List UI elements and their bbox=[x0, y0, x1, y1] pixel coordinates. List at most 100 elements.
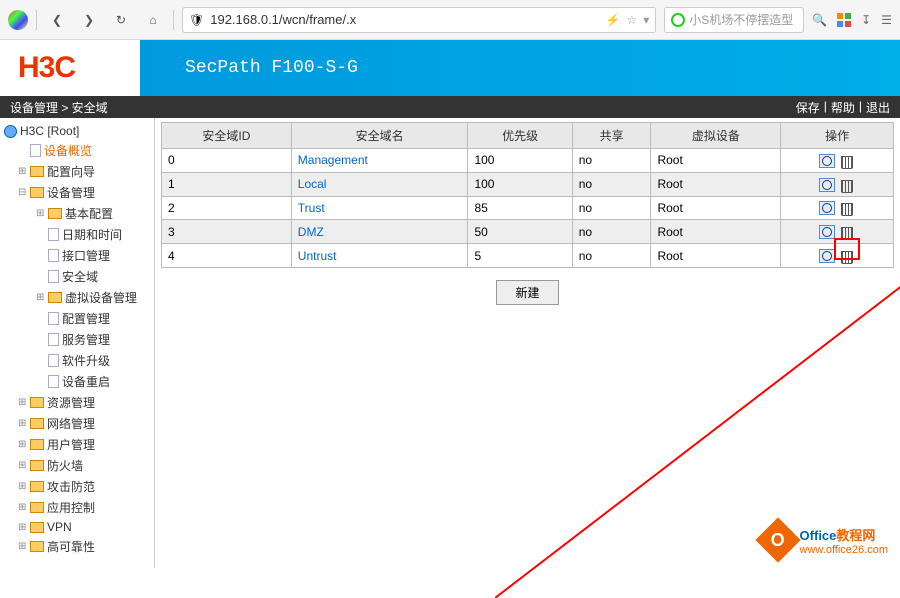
zones-table: 安全域ID安全域名优先级共享虚拟设备操作 0Management100noRoo… bbox=[161, 122, 894, 268]
cell-device: Root bbox=[651, 172, 781, 196]
table-row: 4Untrust5noRoot bbox=[162, 244, 894, 268]
cell-name-link[interactable]: Local bbox=[291, 172, 468, 196]
search-engine-icon bbox=[671, 13, 685, 27]
exit-link[interactable]: 退出 bbox=[866, 99, 890, 116]
menu-icon[interactable]: ☰ bbox=[881, 13, 892, 27]
cell-name-link[interactable]: Management bbox=[291, 149, 468, 173]
expander-icon[interactable]: ⊞ bbox=[18, 166, 28, 177]
expander-icon[interactable]: ⊞ bbox=[18, 522, 28, 533]
flash-icon[interactable]: ⚡ bbox=[605, 13, 620, 27]
delete-icon[interactable] bbox=[839, 178, 855, 192]
expander-icon[interactable]: ⊞ bbox=[36, 208, 46, 219]
tree-root[interactable]: H3C [Root] bbox=[0, 122, 154, 140]
tree-item-9[interactable]: 服务管理 bbox=[0, 329, 154, 350]
delete-icon[interactable] bbox=[839, 249, 855, 263]
edit-icon[interactable] bbox=[819, 249, 835, 263]
divider bbox=[36, 10, 37, 30]
tree-item-13[interactable]: ⊞网络管理 bbox=[0, 413, 154, 434]
cell-id: 2 bbox=[162, 196, 292, 220]
cell-id: 4 bbox=[162, 244, 292, 268]
search-box[interactable]: 小S机场不停摆造型 bbox=[664, 7, 804, 33]
tree-label: VPN bbox=[47, 520, 72, 534]
tree-item-17[interactable]: ⊞ 应用控制 bbox=[0, 497, 154, 518]
home-button[interactable]: ⌂ bbox=[141, 8, 165, 32]
expander-icon[interactable]: ⊞ bbox=[18, 541, 28, 552]
tree-label: 设备概览 bbox=[44, 142, 92, 159]
tab-favicon bbox=[8, 10, 28, 30]
expander-icon[interactable]: ⊞ bbox=[18, 481, 28, 492]
url-input[interactable] bbox=[210, 12, 599, 27]
expander-icon[interactable]: ⊞ bbox=[18, 460, 28, 471]
new-button[interactable]: 新建 bbox=[496, 280, 558, 305]
tree-item-3[interactable]: ⊞基本配置 bbox=[0, 203, 154, 224]
browser-toolbar: ❮ ❯ ↻ ⌂ 🛡 ⚡ ☆ ▾ 小S机场不停摆造型 🔍 ↧ ☰ bbox=[0, 0, 900, 40]
tree-item-18[interactable]: ⊞ VPN bbox=[0, 518, 154, 536]
expander-icon[interactable]: ⊞ bbox=[18, 439, 28, 450]
folder-icon bbox=[30, 502, 44, 513]
tree-item-15[interactable]: ⊞防火墙 bbox=[0, 455, 154, 476]
tree-item-11[interactable]: 设备重启 bbox=[0, 371, 154, 392]
tree-item-12[interactable]: ⊞资源管理 bbox=[0, 392, 154, 413]
page-icon bbox=[48, 249, 59, 262]
delete-icon[interactable] bbox=[839, 201, 855, 215]
expander-icon[interactable]: ⊞ bbox=[36, 292, 46, 303]
folder-icon bbox=[30, 522, 44, 533]
tree-item-16[interactable]: ⊞ 攻击防范 bbox=[0, 476, 154, 497]
tree-item-6[interactable]: 安全域 bbox=[0, 266, 154, 287]
tree-label: 高可靠性 bbox=[47, 538, 95, 555]
tree-label: 攻击防范 bbox=[47, 478, 95, 495]
expander-icon[interactable]: ⊞ bbox=[18, 397, 28, 408]
sidebar-tree[interactable]: H3C [Root] 设备概览 ⊞ 配置向导 ⊟设备管理⊞基本配置日期和时间接口管理安… bbox=[0, 118, 155, 568]
cell-name-link[interactable]: DMZ bbox=[291, 220, 468, 244]
page-icon bbox=[48, 312, 59, 325]
search-icon[interactable]: 🔍 bbox=[812, 13, 827, 27]
folder-icon bbox=[30, 481, 44, 492]
edit-icon[interactable] bbox=[819, 201, 835, 215]
delete-icon[interactable] bbox=[839, 225, 855, 239]
expander-icon[interactable]: ⊞ bbox=[18, 418, 28, 429]
tree-item-7[interactable]: ⊞虚拟设备管理 bbox=[0, 287, 154, 308]
edit-icon[interactable] bbox=[819, 178, 835, 192]
watermark-logo: O bbox=[755, 517, 800, 562]
star-icon[interactable]: ☆ bbox=[626, 13, 637, 27]
back-button[interactable]: ❮ bbox=[45, 8, 69, 32]
edit-icon[interactable] bbox=[819, 154, 835, 168]
help-link[interactable]: 帮助 bbox=[831, 99, 855, 116]
tree-label: 应用控制 bbox=[47, 499, 95, 516]
tree-item-1[interactable]: ⊞ 配置向导 bbox=[0, 161, 154, 182]
tree-label: 接口管理 bbox=[62, 247, 110, 264]
cell-actions bbox=[781, 220, 894, 244]
save-link[interactable]: 保存 bbox=[796, 99, 820, 116]
cell-id: 3 bbox=[162, 220, 292, 244]
reload-button[interactable]: ↻ bbox=[109, 8, 133, 32]
expander-icon[interactable]: ⊟ bbox=[18, 187, 28, 198]
forward-button[interactable]: ❯ bbox=[77, 8, 101, 32]
folder-icon bbox=[30, 166, 44, 177]
expander-icon[interactable]: ⊞ bbox=[18, 502, 28, 513]
cell-name-link[interactable]: Trust bbox=[291, 196, 468, 220]
tree-label: 软件升级 bbox=[62, 352, 110, 369]
address-bar[interactable]: 🛡 ⚡ ☆ ▾ bbox=[182, 7, 656, 33]
col-header-0: 安全域ID bbox=[162, 123, 292, 149]
dropdown-icon[interactable]: ▾ bbox=[643, 13, 649, 27]
tree-item-2[interactable]: ⊟设备管理 bbox=[0, 182, 154, 203]
tree-item-19[interactable]: ⊞ 高可靠性 bbox=[0, 536, 154, 557]
cell-share: no bbox=[572, 149, 651, 173]
tree-item-0[interactable]: 设备概览 bbox=[0, 140, 154, 161]
tree-label: 配置向导 bbox=[47, 163, 95, 180]
tree-item-14[interactable]: ⊞用户管理 bbox=[0, 434, 154, 455]
folder-icon bbox=[30, 439, 44, 450]
delete-icon[interactable] bbox=[839, 154, 855, 168]
tree-item-8[interactable]: 配置管理 bbox=[0, 308, 154, 329]
cell-share: no bbox=[572, 172, 651, 196]
apps-icon[interactable] bbox=[837, 13, 851, 27]
cell-name-link[interactable]: Untrust bbox=[291, 244, 468, 268]
cell-id: 0 bbox=[162, 149, 292, 173]
edit-icon[interactable] bbox=[819, 225, 835, 239]
download-icon[interactable]: ↧ bbox=[861, 13, 871, 27]
tree-item-4[interactable]: 日期和时间 bbox=[0, 224, 154, 245]
cell-priority: 5 bbox=[468, 244, 572, 268]
table-row: 2Trust85noRoot bbox=[162, 196, 894, 220]
tree-item-5[interactable]: 接口管理 bbox=[0, 245, 154, 266]
tree-item-10[interactable]: 软件升级 bbox=[0, 350, 154, 371]
